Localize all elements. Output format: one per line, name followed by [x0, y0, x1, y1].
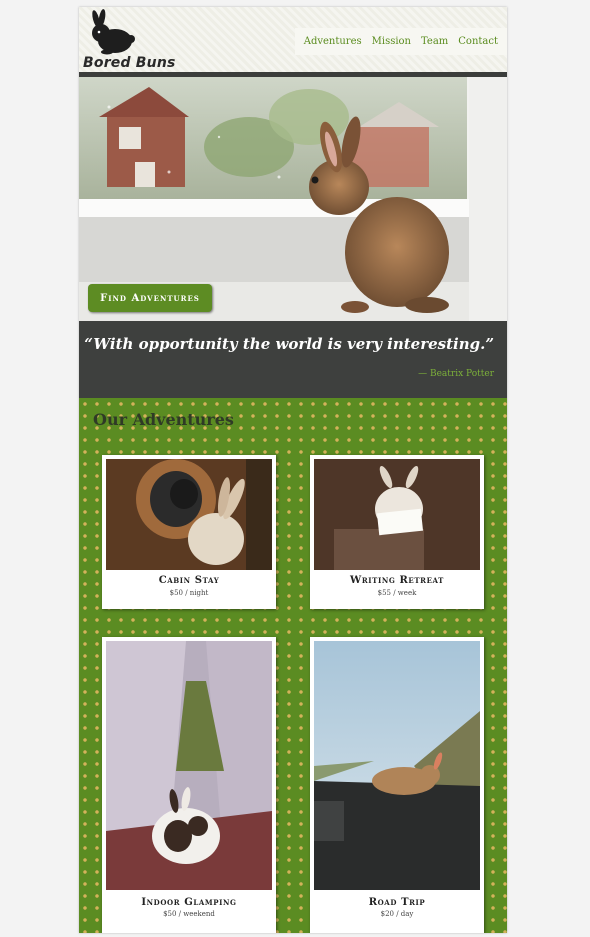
card-photo	[106, 641, 272, 890]
find-adventures-button[interactable]: Find Adventures	[88, 284, 212, 312]
quote-text: “With opportunity the world is very inte…	[84, 335, 494, 353]
card-photo	[314, 641, 480, 890]
card-name: Road Trip	[368, 897, 426, 908]
card-photo	[106, 459, 272, 570]
card-price: $55 / week	[377, 589, 417, 597]
adventure-card-writing-retreat[interactable]: Writing Retreat $55 / week	[310, 455, 484, 609]
card-name: Writing Retreat	[350, 575, 444, 586]
quote-author: — Beatrix Potter	[418, 369, 494, 379]
card-price: $20 / day	[380, 910, 414, 918]
nav-item-mission[interactable]: Mission	[372, 36, 411, 47]
adventure-card-road-trip[interactable]: Road Trip $20 / day	[310, 637, 484, 933]
section-title: Our Adventures	[93, 410, 234, 429]
adventures-section: Our Adventures Cabin Stay $50 / night Wr…	[79, 398, 507, 933]
nav-item-adventures[interactable]: Adventures	[304, 36, 362, 47]
adventure-card-cabin-stay[interactable]: Cabin Stay $50 / night	[102, 455, 276, 609]
site-header: Bored Buns Adventures Mission Team Conta…	[79, 7, 507, 72]
nav-item-team[interactable]: Team	[421, 36, 448, 47]
main-nav: Adventures Mission Team Contact	[294, 28, 507, 55]
card-name: Indoor Glamping	[141, 897, 237, 908]
nav-item-contact[interactable]: Contact	[458, 36, 498, 47]
rabbit-logo-icon[interactable]	[85, 9, 137, 57]
quote-banner: “With opportunity the world is very inte…	[79, 321, 507, 398]
card-name: Cabin Stay	[158, 575, 220, 586]
page: Bored Buns Adventures Mission Team Conta…	[79, 7, 507, 933]
brand-name[interactable]: Bored Buns	[83, 55, 176, 71]
card-photo	[314, 459, 480, 570]
adventure-card-indoor-glamping[interactable]: Indoor Glamping $50 / weekend	[102, 637, 276, 933]
card-price: $50 / night	[169, 589, 209, 597]
card-price: $50 / weekend	[163, 910, 215, 918]
